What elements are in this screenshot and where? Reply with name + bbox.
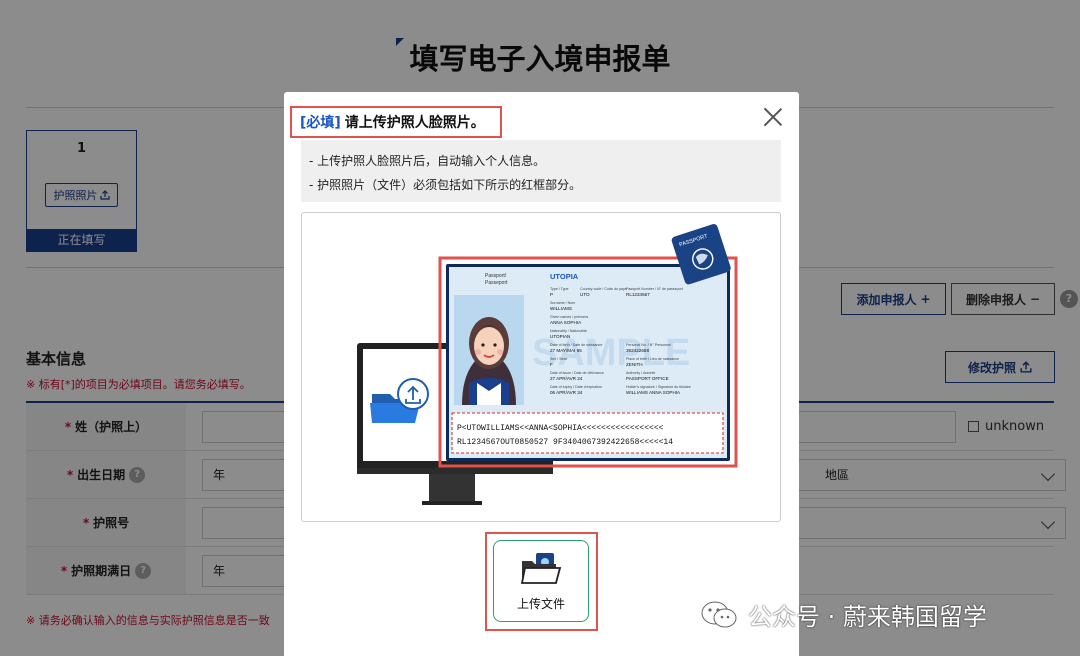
svg-text:Country code / Code du pays: Country code / Code du pays	[580, 287, 627, 291]
svg-text:Authority / Autorité: Authority / Autorité	[626, 371, 655, 375]
svg-text:WILLIAMS: WILLIAMS	[550, 306, 572, 311]
svg-text:Place of birth / Lieu de naiss: Place of birth / Lieu de naissance	[626, 357, 679, 361]
svg-text:Holder's signature / Signature: Holder's signature / Signature du titula…	[626, 385, 691, 389]
svg-text:UTO: UTO	[580, 292, 590, 297]
svg-text:UTOPIAN: UTOPIAN	[550, 334, 570, 339]
svg-text:Nationality / Nationalité: Nationality / Nationalité	[550, 329, 587, 333]
svg-text:RL1234567: RL1234567	[626, 292, 650, 297]
folder-passport-icon	[520, 552, 562, 584]
wechat-icon	[701, 601, 737, 627]
info-line: - 护照照片（文件）必须包括如下所示的红框部分。	[309, 178, 582, 192]
svg-text:27 APR/AVR 24: 27 APR/AVR 24	[550, 376, 583, 381]
svg-text:27 MAY/MAI 65: 27 MAY/MAI 65	[550, 348, 582, 353]
watermark: 公众号 · 蔚来韩国留学	[700, 597, 987, 632]
upload-file-button[interactable]: 上传文件	[493, 540, 589, 622]
svg-text:392422658: 392422658	[626, 348, 649, 353]
svg-text:ANNA SOPHIA: ANNA SOPHIA	[550, 320, 582, 325]
svg-text:Date of issue / Date de délivr: Date of issue / Date de délivrance	[550, 371, 604, 375]
svg-text:WILLIAMS ANNA SOPHIA: WILLIAMS ANNA SOPHIA	[626, 390, 681, 395]
svg-text:Surname / Nom: Surname / Nom	[550, 301, 575, 305]
modal-title: [必填] 请上传护照人脸照片。	[290, 106, 502, 138]
svg-text:Date of birth / Date de naissa: Date of birth / Date de naissance	[550, 343, 602, 347]
svg-text:UTOPIA: UTOPIA	[550, 272, 579, 281]
svg-text:F: F	[550, 362, 553, 367]
svg-text:ZENITH: ZENITH	[626, 362, 643, 367]
upload-button-frame: 上传文件	[485, 532, 598, 631]
close-icon[interactable]	[762, 106, 784, 128]
info-line: - 上传护照人脸照片后，自动输入个人信息。	[309, 154, 546, 168]
svg-text:Passport Number / N° de passep: Passport Number / N° de passeport	[626, 287, 683, 291]
svg-text:Type / Type: Type / Type	[550, 287, 569, 291]
svg-text:Date of expiry / Date d'expira: Date of expiry / Date d'expiration	[550, 385, 602, 389]
svg-text:RL1234567OUT0850527 9F34040673: RL1234567OUT0850527 9F3404067392422658<<…	[457, 438, 673, 447]
svg-text:Given names / prénoms: Given names / prénoms	[550, 315, 588, 319]
passport-illustration-svg: PASSPORT SAMPLE Passport/ Passeport UTOP…	[357, 224, 738, 505]
required-tag: [必填]	[300, 115, 341, 131]
passport-sample-illustration: PASSPORT SAMPLE Passport/ Passeport UTOP…	[301, 212, 781, 522]
upload-passport-modal: [必填] 请上传护照人脸照片。 - 上传护照人脸照片后，自动输入个人信息。 - …	[284, 92, 799, 656]
svg-text:Passport/: Passport/	[485, 273, 507, 279]
svg-text:Passeport: Passeport	[485, 280, 508, 286]
svg-text:PASSPORT OFFICE: PASSPORT OFFICE	[626, 376, 669, 381]
svg-text:P: P	[550, 292, 553, 297]
svg-text:06 APR/AVR 34: 06 APR/AVR 34	[550, 390, 583, 395]
info-box: - 上传护照人脸照片后，自动输入个人信息。 - 护照照片（文件）必须包括如下所示…	[301, 140, 781, 202]
svg-text:P<UTOWILLIAMS<<ANNA<SOPHIA<<<<: P<UTOWILLIAMS<<ANNA<SOPHIA<<<<<<<<<<<<<<…	[457, 424, 664, 433]
svg-text:Personal No. / N° Personnel: Personal No. / N° Personnel	[626, 343, 671, 347]
svg-text:Sex / Sexe: Sex / Sexe	[550, 357, 567, 361]
